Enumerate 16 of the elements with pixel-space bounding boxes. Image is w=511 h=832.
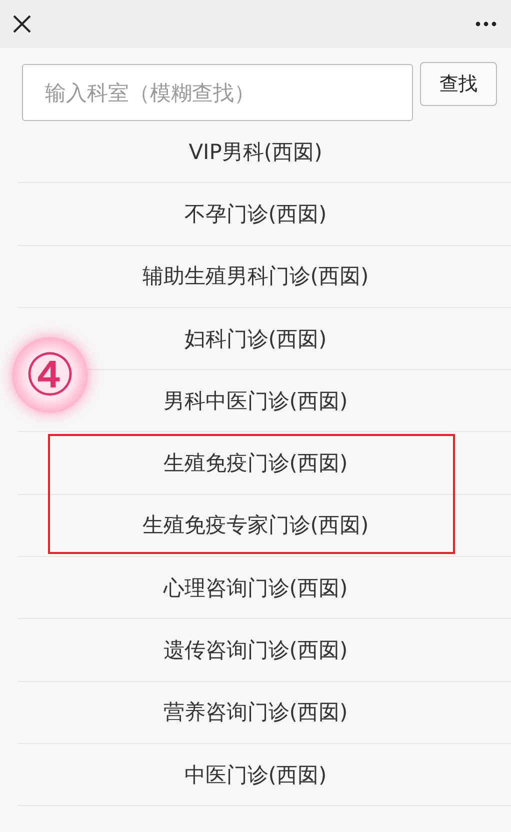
department-item[interactable]: 遗传咨询门诊(西囡) [163, 636, 348, 664]
department-item[interactable]: 妇科门诊(西囡) [184, 324, 327, 353]
department-item[interactable]: VIP男科(西囡) [188, 138, 322, 166]
search-button[interactable]: 查找 [420, 62, 497, 106]
department-item[interactable]: 生殖免疫门诊(西囡) [163, 449, 348, 478]
more-icon[interactable] [475, 21, 497, 27]
department-item[interactable]: 辅助生殖男科门诊(西囡) [142, 262, 369, 290]
department-item[interactable]: 中医门诊(西囡) [184, 760, 327, 789]
department-item[interactable]: 不孕门诊(西囡) [184, 200, 327, 228]
department-item[interactable]: 生殖免疫专家门诊(西囡) [142, 511, 369, 540]
department-item[interactable]: 营养咨询门诊(西囡) [163, 698, 348, 726]
department-item[interactable]: 心理咨询门诊(西囡) [163, 574, 348, 602]
department-item[interactable]: 男科中医门诊(西囡) [163, 386, 348, 415]
search-field[interactable]: 输入科室（模糊查找） [22, 64, 413, 121]
close-icon[interactable] [12, 14, 32, 34]
step-badge: ④ [12, 337, 88, 413]
